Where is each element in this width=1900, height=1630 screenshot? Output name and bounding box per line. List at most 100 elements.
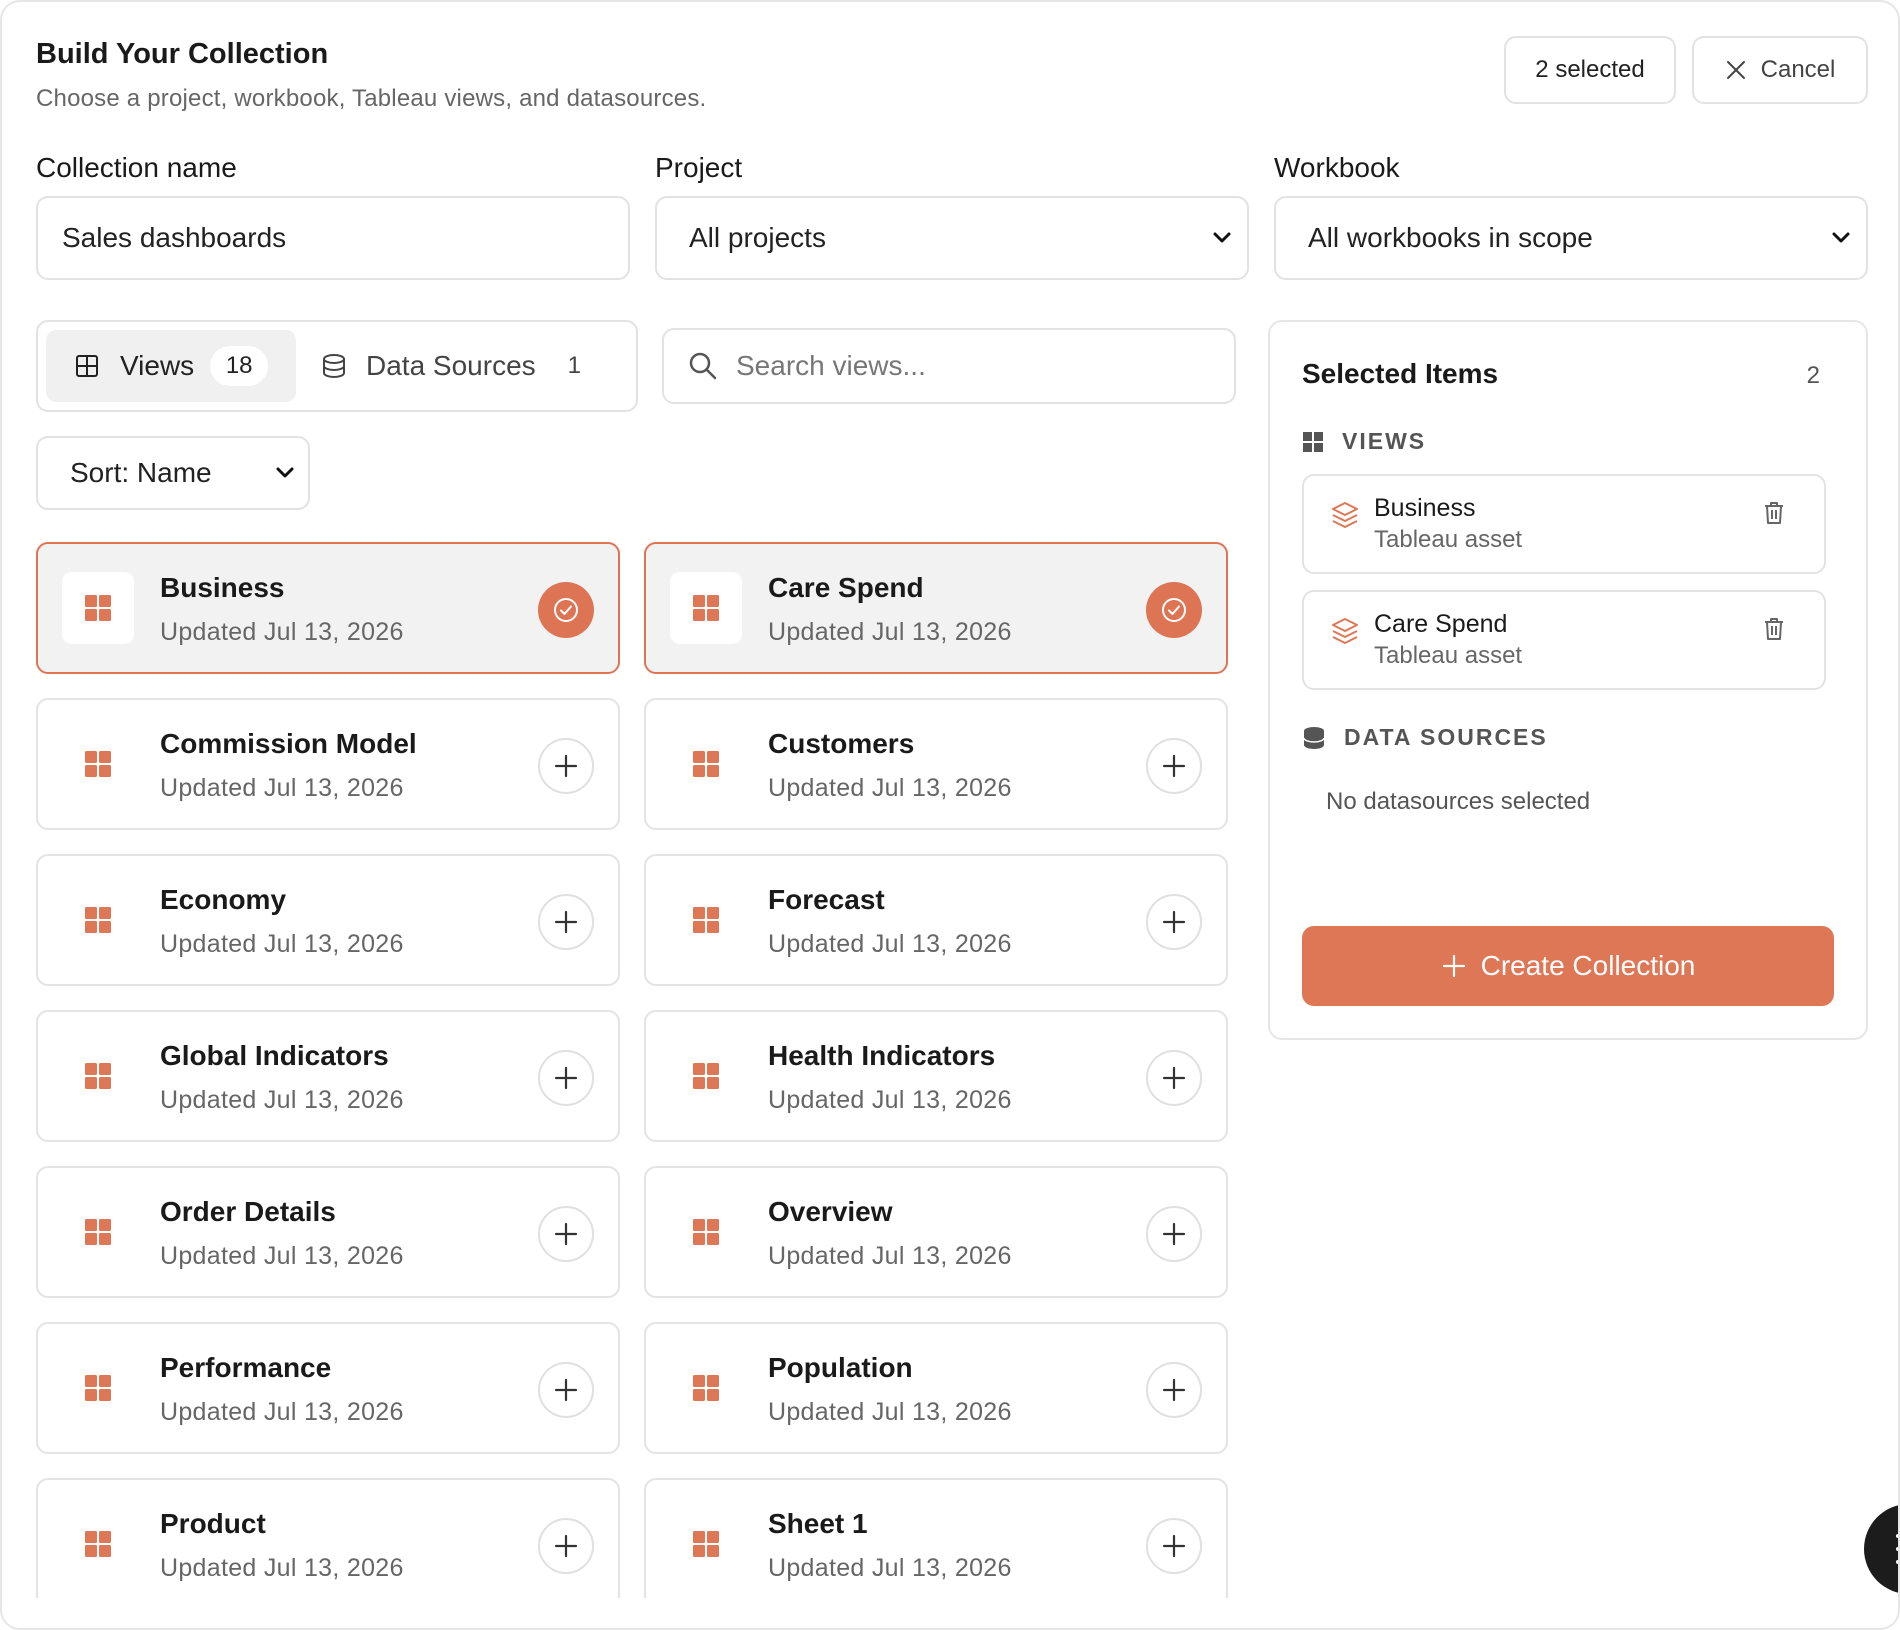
database-icon [1303, 726, 1325, 749]
create-collection-button[interactable]: Create Collection [1302, 926, 1834, 1006]
tab-data-sources[interactable]: Data Sources 1 [320, 330, 620, 402]
tab-views[interactable]: Views 18 [46, 330, 296, 402]
add-view-button[interactable] [538, 1050, 594, 1106]
plus-icon [1162, 1222, 1186, 1246]
view-tile-icon [670, 884, 742, 956]
grid-icon [1303, 431, 1323, 452]
trash-icon[interactable] [1762, 616, 1786, 642]
collection-name-label: Collection name [36, 152, 237, 183]
add-view-button[interactable] [538, 1206, 594, 1262]
view-card-date: Updated Jul 13, 2026 [160, 930, 404, 958]
selected-count-label: 2 selected [1535, 56, 1645, 83]
selected-items-count: 2 [1806, 362, 1820, 389]
plus-icon [1162, 1066, 1186, 1090]
selected-item: Business Tableau asset [1302, 474, 1826, 574]
add-view-button[interactable] [1146, 1050, 1202, 1106]
plus-icon [1162, 1534, 1186, 1558]
selected-items-panel: Selected Items 2 VIEWS Business Tableau … [1268, 320, 1868, 1040]
view-card[interactable]: Economy Updated Jul 13, 2026 [36, 854, 620, 986]
view-card[interactable]: Performance Updated Jul 13, 2026 [36, 1322, 620, 1454]
view-card-date: Updated Jul 13, 2026 [768, 774, 1012, 802]
add-view-button[interactable] [1146, 738, 1202, 794]
view-card[interactable]: Business Updated Jul 13, 2026 [36, 542, 620, 674]
view-card[interactable]: Customers Updated Jul 13, 2026 [644, 698, 1228, 830]
view-card[interactable]: Global Indicators Updated Jul 13, 2026 [36, 1010, 620, 1142]
view-tile-icon [62, 572, 134, 644]
create-collection-label: Create Collection [1480, 950, 1696, 981]
selected-check-button[interactable] [538, 582, 594, 638]
project-select[interactable]: All projects [655, 196, 1249, 280]
plus-icon [554, 1066, 578, 1090]
view-card-date: Updated Jul 13, 2026 [160, 1398, 404, 1426]
collection-name-input[interactable]: Sales dashboards [36, 196, 630, 280]
plus-icon [1162, 910, 1186, 934]
view-card-name: Economy [160, 884, 287, 915]
data-sources-heading-label: DATA SOURCES [1344, 724, 1548, 750]
view-tile-icon [670, 728, 742, 800]
asset-type-tabs: Views 18 Data Sources 1 [36, 320, 638, 412]
plus-icon [554, 1222, 578, 1246]
view-tile-icon [62, 1508, 134, 1580]
dialog-title: Build Your Collection [36, 38, 329, 70]
selected-check-button[interactable] [1146, 582, 1202, 638]
add-view-button[interactable] [538, 1518, 594, 1574]
view-card[interactable]: Overview Updated Jul 13, 2026 [644, 1166, 1228, 1298]
add-view-button[interactable] [1146, 894, 1202, 950]
view-card-name: Sheet 1 [768, 1508, 868, 1539]
build-collection-dialog: Build Your Collection Choose a project, … [0, 0, 1900, 1630]
views-section-heading: VIEWS [1302, 428, 1426, 455]
data-sources-section-heading: DATA SOURCES [1302, 724, 1548, 751]
view-tile-icon [670, 572, 742, 644]
sort-select[interactable]: Sort: Name [36, 436, 310, 510]
menu-icon [1896, 1534, 1898, 1538]
view-card[interactable]: Order Details Updated Jul 13, 2026 [36, 1166, 620, 1298]
tab-data-sources-count: 1 [567, 352, 581, 379]
plus-icon [554, 1378, 578, 1402]
selected-count-button[interactable]: 2 selected [1504, 36, 1676, 104]
view-card-date: Updated Jul 13, 2026 [768, 1398, 1012, 1426]
chevron-down-icon [1832, 232, 1850, 243]
cancel-label: Cancel [1760, 56, 1836, 83]
plus-icon [554, 910, 578, 934]
dialog-subtitle: Choose a project, workbook, Tableau view… [36, 85, 707, 112]
view-card[interactable]: Commission Model Updated Jul 13, 2026 [36, 698, 620, 830]
view-tile-icon [62, 728, 134, 800]
database-icon [323, 354, 345, 379]
view-card[interactable]: Forecast Updated Jul 13, 2026 [644, 854, 1228, 986]
project-label: Project [655, 152, 743, 183]
search-placeholder: Search views... [736, 350, 926, 381]
view-card-name: Commission Model [160, 728, 417, 759]
add-view-button[interactable] [538, 1362, 594, 1418]
view-tile-icon [670, 1352, 742, 1424]
view-card-name: Care Spend [768, 572, 924, 603]
view-card[interactable]: Health Indicators Updated Jul 13, 2026 [644, 1010, 1228, 1142]
view-card[interactable]: Population Updated Jul 13, 2026 [644, 1322, 1228, 1454]
view-card[interactable]: Sheet 1 Updated Jul 13, 2026 [644, 1478, 1228, 1598]
chevron-down-icon [1213, 232, 1231, 243]
search-input[interactable]: Search views... [662, 328, 1236, 404]
view-card-date: Updated Jul 13, 2026 [768, 1086, 1012, 1114]
add-view-button[interactable] [538, 738, 594, 794]
view-card-date: Updated Jul 13, 2026 [768, 1242, 1012, 1270]
selected-item-name: Business [1374, 494, 1476, 522]
view-tile-icon [670, 1508, 742, 1580]
view-card[interactable]: Product Updated Jul 13, 2026 [36, 1478, 620, 1598]
cancel-button[interactable]: Cancel [1692, 36, 1868, 104]
view-tile-icon [670, 1040, 742, 1112]
plus-icon [1162, 754, 1186, 778]
view-card-name: Business [160, 572, 285, 603]
selected-item: Care Spend Tableau asset [1302, 590, 1826, 690]
trash-icon[interactable] [1762, 500, 1786, 526]
add-view-button[interactable] [1146, 1206, 1202, 1262]
add-view-button[interactable] [1146, 1518, 1202, 1574]
add-view-button[interactable] [538, 894, 594, 950]
plus-icon [554, 754, 578, 778]
view-card[interactable]: Care Spend Updated Jul 13, 2026 [644, 542, 1228, 674]
view-card-date: Updated Jul 13, 2026 [160, 1242, 404, 1270]
menu-fab-button[interactable] [1864, 1504, 1898, 1594]
dialog-header: Build Your Collection Choose a project, … [36, 38, 706, 113]
workbook-select[interactable]: All workbooks in scope [1274, 196, 1868, 280]
workbook-label: Workbook [1274, 152, 1400, 183]
layers-icon [1332, 618, 1358, 644]
add-view-button[interactable] [1146, 1362, 1202, 1418]
